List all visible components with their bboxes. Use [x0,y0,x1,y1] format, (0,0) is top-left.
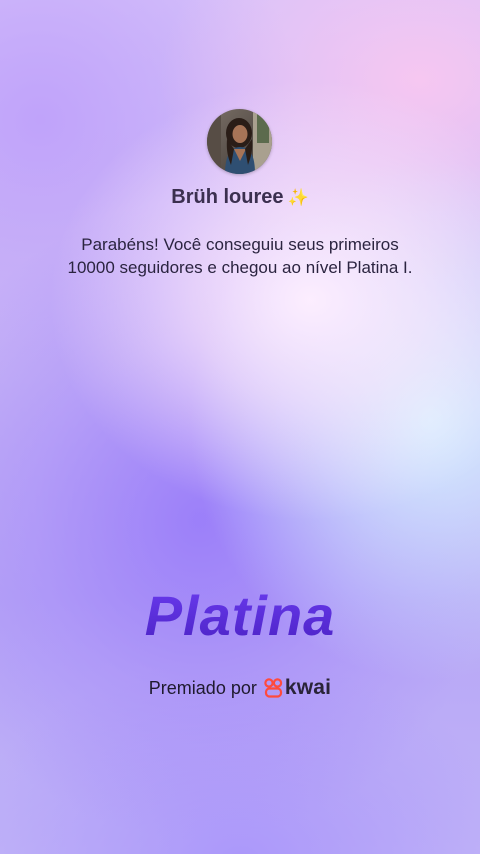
tier-title: Platina [0,583,480,648]
kwai-brand-text: kwai [284,676,332,699]
username-title: Brüh louree ✨ [0,186,480,209]
avatar-photo [207,109,272,174]
avatar[interactable] [207,109,272,174]
awarded-by-row: Premiado por kwai [0,676,480,700]
achievement-message: Parabéns! Você conseguiu seus primeiros … [67,235,413,277]
kwai-logo-icon [264,678,283,698]
awarded-by-label: Premiado por [148,677,257,698]
sparkles-icon: ✨ [287,188,309,207]
kwai-logo[interactable]: kwai [264,676,331,700]
username-text: Brüh louree [171,186,284,208]
